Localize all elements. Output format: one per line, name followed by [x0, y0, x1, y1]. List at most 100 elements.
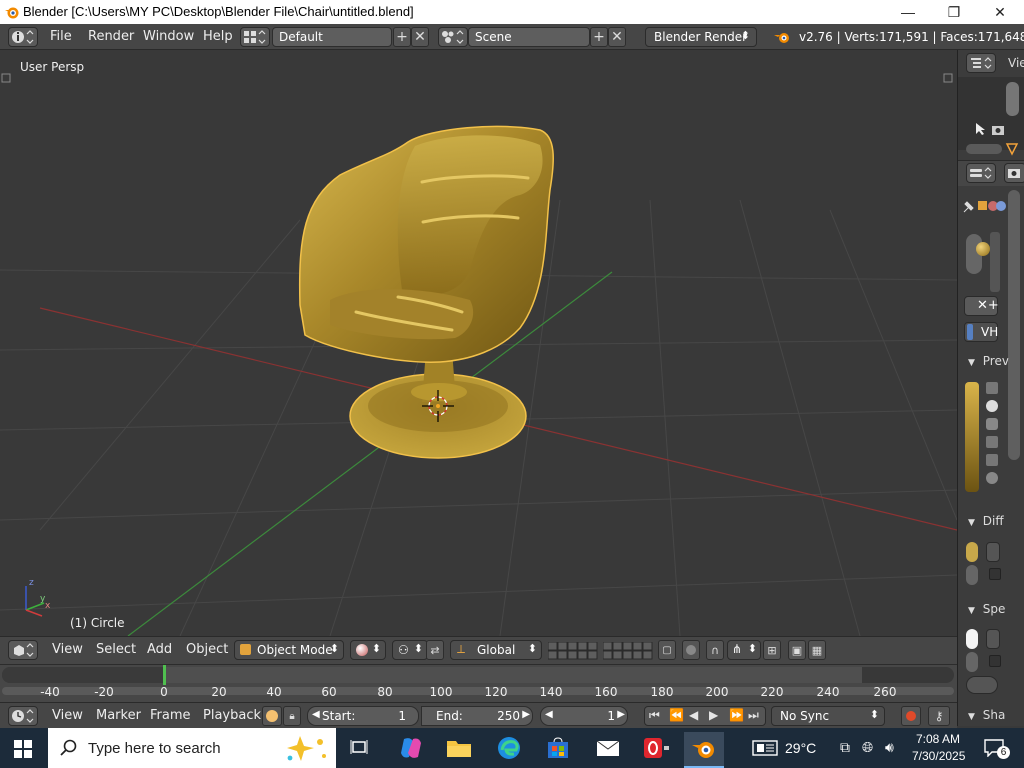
outliner-scrollbar[interactable] [1006, 82, 1019, 116]
diffuse-color-swatch[interactable] [966, 542, 978, 562]
delete-screen-button[interactable]: ✕ [411, 27, 429, 47]
menu-window[interactable]: Window [143, 29, 194, 44]
blender-taskbar-app[interactable] [684, 732, 724, 768]
menu-help[interactable]: Help [203, 29, 233, 44]
menu-render[interactable]: Render [88, 29, 134, 44]
viewport-shading-dropdown[interactable]: ⬍ [350, 640, 386, 660]
add-scene-button[interactable]: + [590, 27, 608, 47]
jump-start-icon[interactable]: ⏮ [649, 708, 660, 723]
lock-layers-button[interactable]: ▢ [658, 640, 676, 660]
timeline-menu-playback[interactable]: Playback [203, 708, 261, 723]
windows-start-icon[interactable] [14, 740, 32, 758]
snap-target-button[interactable]: ⊞ [763, 640, 781, 660]
properties-scrollbar[interactable] [1008, 190, 1020, 460]
view3d-menu-object[interactable]: Object [186, 642, 228, 657]
panel-preview-header[interactable]: ▼ Prev [968, 354, 1009, 368]
view3d-menu-select[interactable]: Select [96, 642, 136, 657]
maximize-button[interactable]: ❐ [931, 0, 977, 24]
preview-type-buttons[interactable] [986, 382, 998, 500]
task-view-button[interactable] [340, 732, 380, 764]
timeline-ruler[interactable]: -40 -20 0 20 40 60 80 100 120 140 160 18… [0, 664, 957, 702]
jump-prev-key-icon[interactable]: ⏪ [669, 708, 684, 722]
proportional-edit-button[interactable] [682, 640, 700, 660]
scene-browse-button[interactable] [438, 27, 468, 47]
store-app[interactable] [538, 732, 578, 764]
weather-temp[interactable]: 29°C [785, 740, 816, 756]
jump-next-key-icon[interactable]: ⏩ [729, 708, 744, 722]
outliner-h-scrollbar[interactable] [966, 144, 1002, 154]
corner-plus-icon[interactable] [1, 73, 953, 83]
view3d-menu-add[interactable]: Add [147, 642, 172, 657]
specular-color-swatch[interactable] [966, 629, 978, 649]
play-icon[interactable]: ▶ [709, 708, 718, 722]
transform-orientation-dropdown[interactable]: ⟂ Global ⬍ [450, 640, 542, 660]
diffuse-shader-dropdown[interactable] [986, 542, 1000, 562]
lock-range-button[interactable]: 🔒︎ [283, 706, 301, 726]
close-button[interactable]: ✕ [977, 0, 1023, 24]
add-screen-button[interactable]: + [393, 27, 411, 47]
start-frame-field[interactable]: ◀ Start: 1 [307, 706, 419, 726]
weather-icon[interactable] [752, 740, 778, 756]
properties-editor-button[interactable] [966, 163, 996, 183]
timeline-menu-frame[interactable]: Frame [150, 708, 191, 723]
material-data-browse[interactable]: ✕+ [964, 296, 999, 316]
diffuse-ramp-checkbox[interactable] [989, 568, 1001, 580]
edge-browser-app[interactable] [489, 732, 529, 764]
play-reverse-icon[interactable]: ◀ [689, 708, 698, 722]
cursor-arrow-icon[interactable] [974, 122, 986, 136]
auto-keying-button[interactable] [901, 706, 921, 726]
view3d-editor-button[interactable] [8, 640, 38, 660]
timeline-h-scrollbar[interactable] [2, 687, 954, 695]
scene-field[interactable]: Scene [468, 27, 590, 47]
interaction-mode-dropdown[interactable]: Object Mode ⬍ [234, 640, 344, 660]
outliner-editor-button[interactable] [966, 53, 996, 73]
panel-shading-header[interactable]: ▼ Sha [968, 708, 1005, 722]
timeline-menu-marker[interactable]: Marker [96, 708, 141, 723]
preview-flat-icon[interactable] [986, 382, 998, 394]
preview-cube-icon[interactable] [986, 418, 998, 430]
sync-mode-dropdown[interactable]: No Sync ⬍ [771, 706, 885, 726]
screen-layout-browse-button[interactable] [240, 27, 270, 47]
layer-buttons-right[interactable] [603, 642, 653, 660]
end-frame-field[interactable]: End: 250 ▶ [421, 706, 533, 726]
timeline-editor-button[interactable] [8, 706, 38, 726]
render-opengl-button[interactable]: ▣ [788, 640, 806, 660]
pivot-point-dropdown[interactable]: ⚇ ⬍ [392, 640, 428, 660]
preview-monkey-icon[interactable] [986, 436, 998, 448]
specular-intensity-field[interactable] [966, 676, 998, 694]
snap-toggle[interactable]: ∩ [706, 640, 724, 660]
mail-app[interactable] [588, 732, 628, 764]
copilot-app[interactable] [391, 732, 431, 764]
menu-file[interactable]: File [50, 29, 72, 44]
clock-time[interactable]: 7:08 AM [916, 732, 960, 746]
clock-date[interactable]: 7/30/2025 [912, 749, 965, 763]
diffuse-ramp-toggle[interactable] [966, 565, 978, 585]
render-animation-button[interactable]: ▦ [808, 640, 826, 660]
render-tab-button[interactable] [1004, 163, 1024, 183]
jump-end-icon[interactable]: ⏭ [748, 708, 759, 723]
meet-now-icon[interactable]: ⧉ [840, 739, 850, 756]
network-globe-icon[interactable]: 🌐︎ [862, 739, 873, 756]
viewport-scene[interactable] [0, 50, 957, 636]
keying-toggle[interactable] [262, 706, 282, 726]
volume-icon[interactable]: 🔊︎ [885, 739, 894, 756]
delete-scene-button[interactable]: ✕ [608, 27, 626, 47]
preview-sky-icon[interactable] [986, 472, 998, 484]
preview-hair-icon[interactable] [986, 454, 998, 466]
snap-element-dropdown[interactable]: ⋔ ⬍ [727, 640, 761, 660]
outliner-view-label[interactable]: Vie [1008, 56, 1024, 70]
file-explorer-app[interactable] [439, 732, 479, 764]
current-frame-field[interactable]: ◀ 1 ▶ [540, 706, 628, 726]
screen-layout-field[interactable]: Default [272, 27, 392, 47]
editor-type-button[interactable] [8, 27, 38, 47]
keying-set-button[interactable]: ⚷ [928, 706, 950, 726]
preview-sphere-icon[interactable] [986, 400, 998, 412]
manipulator-toggle[interactable]: ⇄ [426, 640, 444, 660]
camera-restrict-icon[interactable] [991, 124, 1005, 136]
layer-buttons-left[interactable] [548, 642, 598, 660]
material-vh-buttons[interactable]: VH [964, 322, 998, 342]
render-engine-dropdown[interactable]: Blender Render ⬍ [645, 27, 757, 47]
slot-controls[interactable] [990, 232, 1000, 292]
3d-viewport[interactable]: User Persp (1) Circle z y x [0, 50, 957, 636]
opera-app[interactable] [636, 732, 676, 764]
